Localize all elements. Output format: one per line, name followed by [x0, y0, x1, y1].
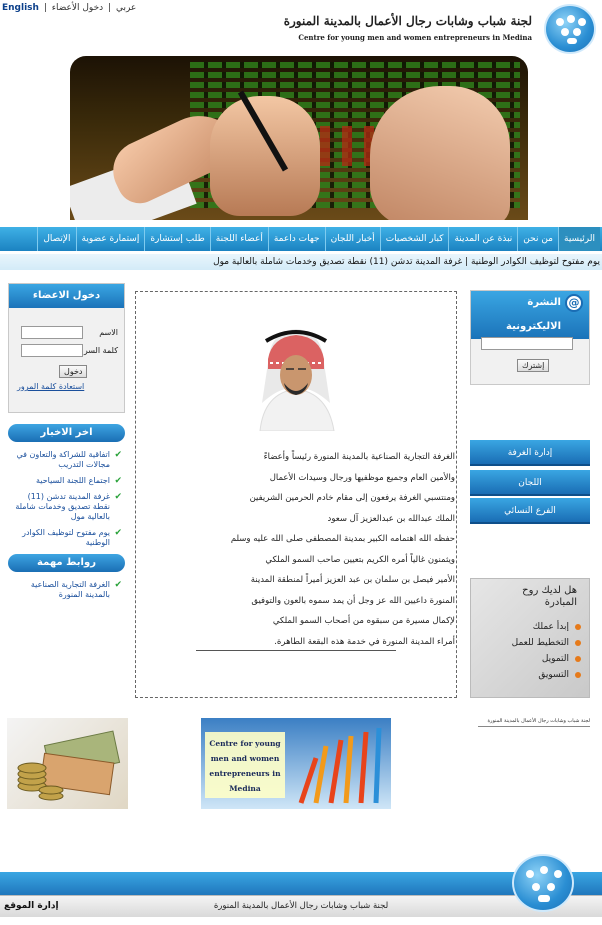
- members-login-link[interactable]: دخول الأعضاء: [52, 3, 103, 13]
- password-input[interactable]: [21, 344, 83, 357]
- login-button[interactable]: دخول: [59, 365, 88, 378]
- bio-line: الغرفة التجارية الصناعية بالمدينة المنور…: [263, 452, 455, 462]
- check-icon: ✔: [114, 580, 122, 590]
- link-item[interactable]: ✔ الغرفة التجارية الصناعية بالمدينة المنو…: [14, 580, 122, 600]
- nav-item-7[interactable]: طلب إستشارة: [144, 227, 209, 251]
- news-item[interactable]: ✔ اجتماع اللجنة السياحية: [14, 476, 122, 486]
- top-links: English | عربي | دخول الأعضاء: [2, 3, 136, 13]
- initiative-item[interactable]: التمويل: [481, 651, 581, 667]
- nav-item-9[interactable]: الإتصال: [37, 227, 75, 251]
- bullet-icon: [575, 624, 581, 630]
- login-title: دخول الاعضاء: [9, 284, 124, 308]
- bio-line: المنورة داعيين الله عز وجل أن يمد سموه ب…: [251, 595, 455, 606]
- english-link[interactable]: English: [2, 3, 39, 13]
- nav-item-5[interactable]: جهات داعمة: [267, 227, 325, 251]
- right-menu-item[interactable]: إدارة الغرفة: [470, 440, 590, 466]
- check-icon: ✔: [114, 528, 122, 538]
- right-menu-item[interactable]: اللجان: [470, 470, 590, 496]
- news-item[interactable]: ✔ اتفاقية للشراكة والتعاون في مجالات التد…: [14, 450, 122, 470]
- newsletter-icon: @: [565, 294, 583, 312]
- bio-line: ومنتسبي الغرفة يرفعون إلى مقام خادم الحر…: [249, 493, 455, 503]
- nav-item-8[interactable]: إستمارة عضوية: [75, 227, 145, 251]
- nav-item-4[interactable]: أخبار اللجان: [324, 227, 380, 251]
- bio-line: ويثمنون غالياً أمره الكريم بتعيين صاحب ا…: [265, 554, 455, 565]
- check-icon: ✔: [114, 492, 122, 502]
- password-label: كلمة السر: [83, 346, 118, 355]
- site-logo[interactable]: [544, 4, 596, 54]
- arabic-link[interactable]: عربي: [116, 3, 136, 13]
- links-list: ✔ الغرفة التجارية الصناعية بالمدينة المنو…: [14, 580, 122, 606]
- newsletter-box: النشرة الاليكترونية @ إشترك: [470, 290, 590, 385]
- small-logo[interactable]: لجنة شباب وشابات رجال الأعمال بالمدينة ا…: [478, 718, 590, 736]
- recover-password-link[interactable]: استعادة كلمة المرور: [17, 382, 84, 391]
- news-title: اخر الاخبار: [8, 424, 125, 442]
- news-item[interactable]: ✔ يوم مفتوح لتوظيف الكوادر الوطنية: [14, 528, 122, 548]
- copyright-text: لجنة شباب وشابات رجال الأعمال بالمدينة ا…: [213, 901, 389, 911]
- footer-logo: [512, 854, 574, 912]
- footer-bar: إدارة الموقع لجنة شباب وشابات رجال الأعم…: [0, 895, 602, 917]
- ticker-text: يوم مفتوح لتوظيف الكوادر الوطنية | غرفة …: [213, 257, 600, 267]
- bullet-icon: [575, 656, 581, 662]
- login-box: دخول الاعضاء الاسم كلمة السر دخول استعاد…: [8, 283, 125, 413]
- bio-line: لإكمال مسيرة من سبقوه من أصحاب السمو الم…: [272, 616, 455, 626]
- links-title: روابط مهمة: [8, 554, 125, 572]
- nav-item-0[interactable]: الرئيسية: [558, 227, 600, 251]
- initiative-item[interactable]: التخطيط للعمل: [481, 635, 581, 651]
- bullet-icon: [575, 672, 581, 678]
- separator: |: [43, 3, 47, 13]
- news-item[interactable]: ✔ غرفة المدينة تدشن (11) نقطة تصديق وخدما…: [14, 492, 122, 522]
- username-input[interactable]: [21, 326, 83, 339]
- news-list: ✔ اتفاقية للشراكة والتعاون في مجالات التد…: [14, 450, 122, 554]
- promo-banner[interactable]: Centre for young men and women entrepren…: [201, 718, 391, 809]
- promo-text: Centre for young men and women entrepren…: [209, 739, 281, 793]
- initiative-list: إبدأ عملك التخطيط للعمل التمويل التسويق: [481, 619, 581, 683]
- name-label: الاسم: [99, 328, 118, 337]
- newsletter-email-input[interactable]: [481, 337, 573, 350]
- initiative-item[interactable]: التسويق: [481, 667, 581, 683]
- bio-text: الغرفة التجارية الصناعية بالمدينة المنور…: [175, 447, 455, 652]
- subscribe-button[interactable]: إشترك: [517, 359, 550, 372]
- nav-item-6[interactable]: أعضاء اللجنة: [209, 227, 268, 251]
- prince-portrait: [250, 323, 342, 432]
- news-ticker[interactable]: يوم مفتوح لتوظيف الكوادر الوطنية | غرفة …: [0, 254, 602, 270]
- check-icon: ✔: [114, 476, 122, 486]
- initiative-item[interactable]: إبدأ عملك: [481, 619, 581, 635]
- money-image[interactable]: [7, 718, 128, 809]
- nav-item-2[interactable]: نبذة عن المدينة: [448, 227, 517, 251]
- site-title-arabic: لجنة شباب وشابات رجال الأعمال بالمدينة ا…: [283, 14, 532, 28]
- bio-line: أمراء المدينة المنورة في خدمة هذه البقعة…: [274, 636, 455, 647]
- divider: [196, 650, 396, 651]
- initiative-title: هل لديك روح المبادرة: [522, 585, 577, 608]
- bio-line: الملك عبدالله بن عبدالعزيز آل سعود: [327, 513, 455, 524]
- nav-item-1[interactable]: من نحن: [517, 227, 558, 251]
- nav-item-3[interactable]: كبار الشخصيات: [379, 227, 449, 251]
- bullet-icon: [575, 640, 581, 646]
- bio-line: حفظه الله اهتمامه الكبير بمدينة المصطفى …: [230, 534, 455, 544]
- bio-line: والأمين العام وجميع موظفيها ورجال وسيدات…: [269, 472, 455, 483]
- main-nav: الرئيسية من نحن نبذة عن المدينة كبار الشخصي…: [0, 227, 602, 251]
- right-menu-item[interactable]: الفرع النسائي: [470, 498, 590, 524]
- header-banner: [70, 56, 528, 220]
- site-title-english: Centre for young men and women entrepren…: [298, 33, 532, 42]
- initiative-box: هل لديك روح المبادرة إبدأ عملك التخطيط لل…: [470, 578, 590, 698]
- separator: |: [108, 3, 112, 13]
- check-icon: ✔: [114, 450, 122, 460]
- bio-line: الأمير فيصل بن سلمان بن عبد العزيز أميرا…: [250, 575, 455, 585]
